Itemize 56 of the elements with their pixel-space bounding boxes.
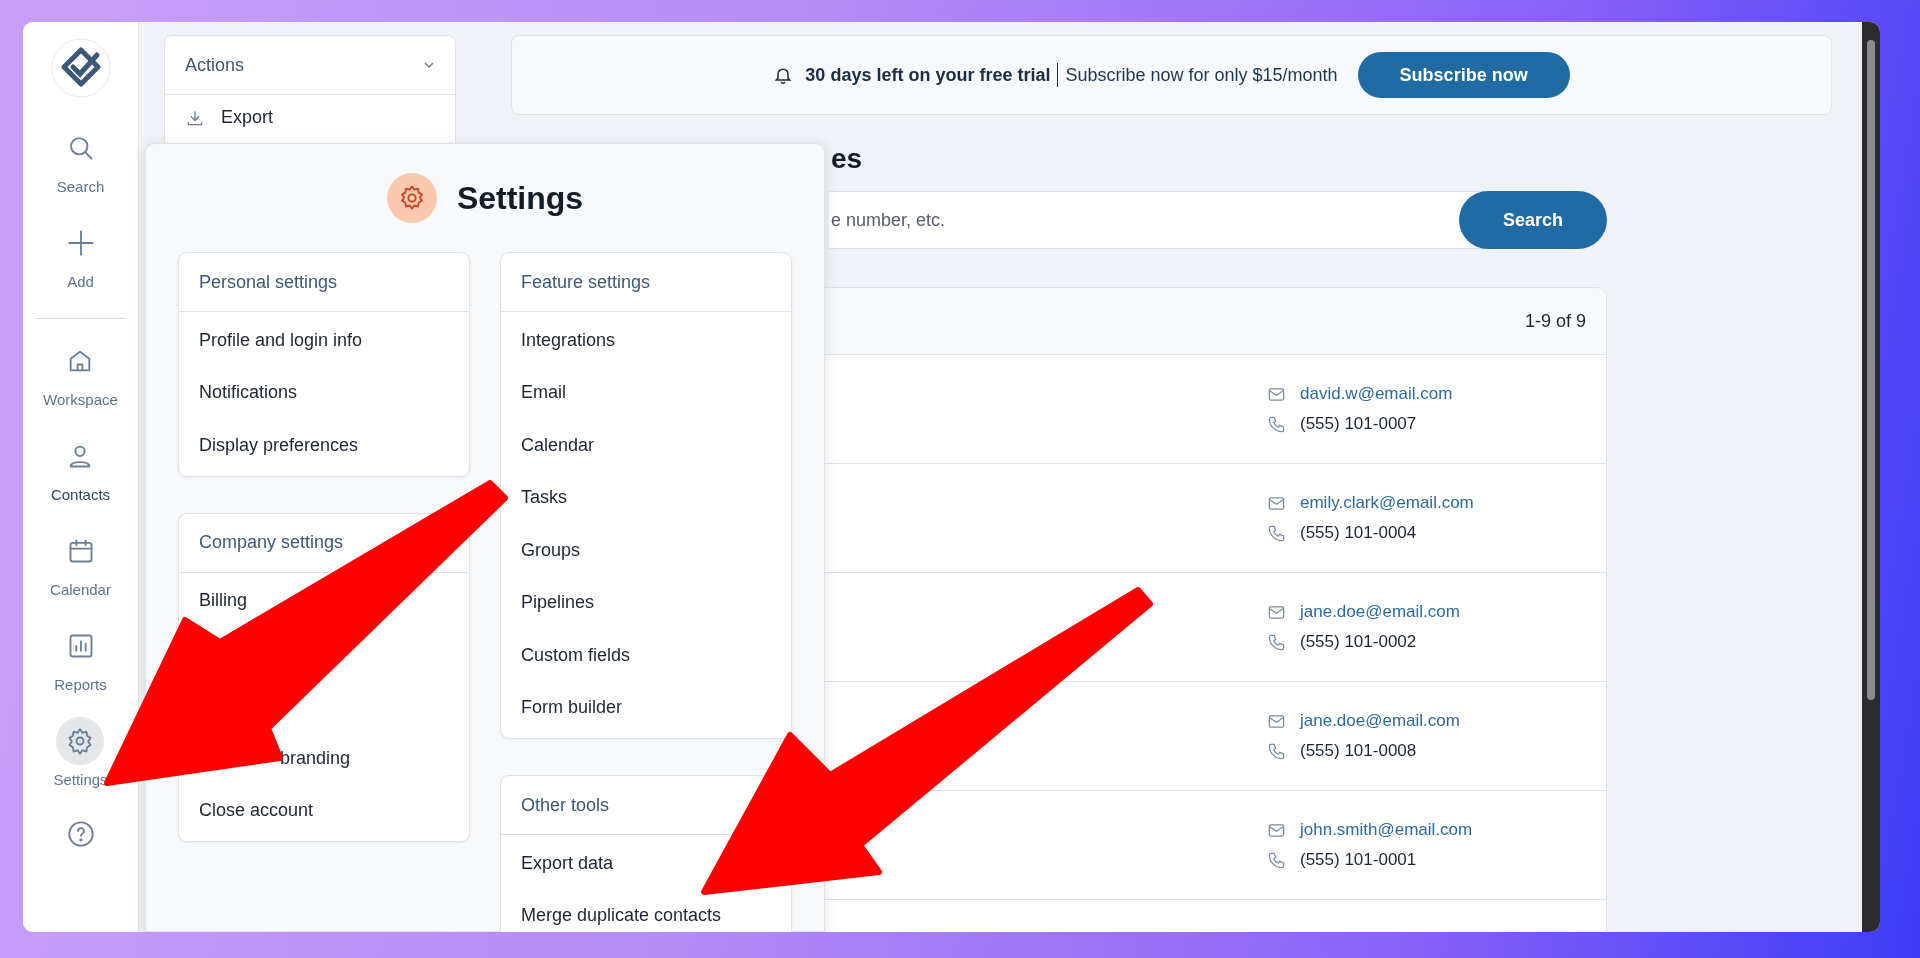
settings-link[interactable]: Pipelines — [521, 592, 595, 614]
settings-link[interactable]: Integrations — [521, 329, 616, 351]
settings-link[interactable]: Custom fields — [521, 644, 631, 666]
actions-dropdown[interactable]: Actions — [165, 36, 455, 95]
search-button[interactable]: Search — [1459, 191, 1607, 249]
section-title: Company settings — [199, 532, 344, 553]
section-title: Other tools — [521, 794, 610, 816]
phone-icon — [1267, 632, 1286, 652]
phone-icon — [1267, 741, 1286, 761]
settings-link[interactable]: Profile and login info — [199, 329, 363, 351]
email-link[interactable]: david.w@email.com — [1300, 384, 1453, 404]
help-icon[interactable] — [66, 820, 95, 848]
trial-message: 30 days left on your free trial — [805, 64, 1051, 86]
nav-item[interactable]: Search — [56, 124, 105, 195]
settings-link[interactable]: Billing — [199, 590, 248, 612]
subscribe-button[interactable]: Subscribe now — [1357, 52, 1570, 98]
settings-link[interactable]: Display preferences — [199, 434, 359, 456]
settings-link[interactable]: Tasks — [521, 487, 567, 509]
export-menu-item[interactable]: Export — [165, 95, 455, 140]
phone-icon — [1267, 850, 1286, 870]
phone-number: (555) 101-0002 — [1300, 632, 1417, 652]
phone-number: (555) 101-0007 — [1300, 414, 1417, 434]
settings-link[interactable]: Notifications — [199, 382, 298, 404]
nav-item[interactable]: Reports — [54, 622, 107, 693]
plus-icon — [66, 229, 95, 257]
section-title: Feature settings — [521, 271, 651, 293]
page-title: es — [831, 143, 863, 174]
email-link[interactable]: jane.doe@email.com — [1300, 711, 1460, 731]
nav-item[interactable]: Calendar — [50, 527, 111, 598]
logo-icon[interactable] — [50, 38, 111, 98]
settings-link[interactable]: Close account — [199, 800, 314, 822]
scrollbar[interactable] — [1862, 22, 1880, 932]
phone-number: (555) 101-0004 — [1300, 523, 1417, 543]
settings-link[interactable]: Calendar — [521, 434, 595, 456]
phone-icon — [1267, 523, 1286, 543]
result-count: 1-9 of 9 — [1524, 310, 1586, 332]
chevron-down-icon — [423, 61, 435, 69]
settings-link[interactable]: branding — [280, 747, 351, 769]
settings-link[interactable]: Merge duplicate contacts — [521, 905, 722, 927]
settings-link[interactable]: Email — [521, 382, 566, 404]
email-link[interactable]: jane.doe@email.com — [1300, 602, 1460, 622]
nav-item[interactable]: Add — [56, 219, 105, 290]
nav-item[interactable]: Workspace — [43, 337, 118, 408]
section-title: Personal settings — [199, 271, 338, 293]
settings-link[interactable]: Export data — [521, 852, 614, 874]
settings-link[interactable]: Form builder — [521, 697, 623, 719]
settings-title: Settings — [456, 179, 584, 217]
email-link[interactable]: john.smith@email.com — [1300, 820, 1473, 840]
phone-number: (555) 101-0001 — [1300, 850, 1417, 870]
nav-item[interactable]: Contacts — [50, 432, 111, 503]
gear-icon — [386, 173, 437, 223]
email-link[interactable]: emily.clark@email.com — [1300, 493, 1474, 513]
settings-link[interactable]: Groups — [521, 539, 581, 561]
phone-number: (555) 101-0008 — [1300, 741, 1417, 761]
phone-icon — [1267, 414, 1286, 434]
subscription-offer: Subscribe now for only $15/month — [1065, 64, 1338, 86]
